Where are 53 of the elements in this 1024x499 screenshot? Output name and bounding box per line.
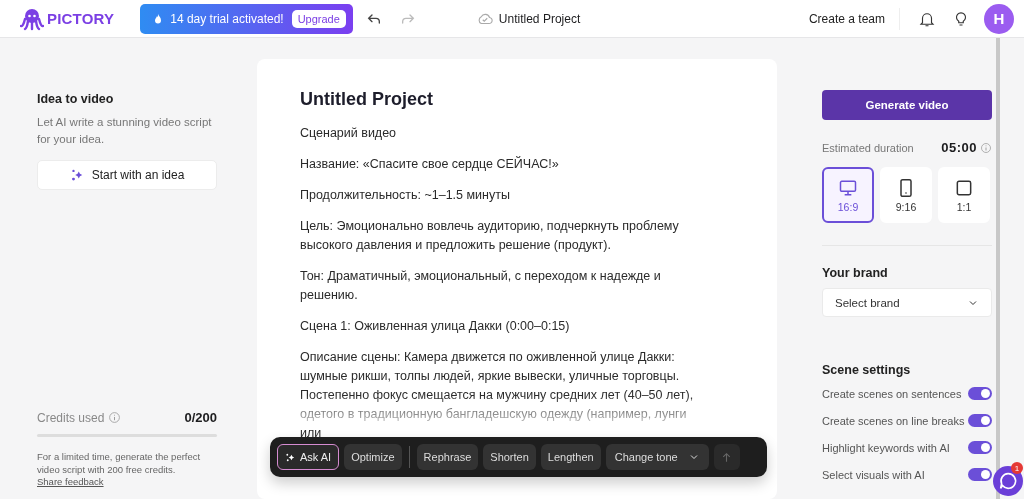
create-team-link[interactable]: Create a team [808, 11, 885, 26]
script-paragraph: Описание сцены: Камера движется по оживленной улице Дакки: шумные рикши, толпы людей, яркие вывески, уличные торговцы. Постепенно фокус смещается на мужчину средних лет (40–50 лет), одетого в традиционную бангладешскую одежду (например, лунги или [300, 349, 695, 442]
toggle-switch[interactable] [968, 441, 992, 454]
script-paragraph: Название: «Спасите свое сердце СЕЙЧАС!» [300, 155, 560, 173]
upgrade-button[interactable]: Upgrade [291, 9, 346, 28]
script-paragraph: Продолжительность: ~1–1.5 минуты [300, 187, 511, 204]
project-title: Untitled Project [498, 11, 581, 26]
chat-bubble-icon [997, 470, 1019, 492]
toggle-switch[interactable] [968, 387, 992, 400]
brand-select[interactable]: Select brand [822, 288, 992, 317]
credits-value: 0/200 [184, 410, 217, 425]
toggle-label: Highlight keywords with AI [822, 441, 950, 454]
script-paragraph: Тон: Драматичный, эмоциональный, с переходом к надежде и решению. [300, 268, 662, 304]
chat-button[interactable] [993, 466, 1023, 496]
aspect-ratio-option[interactable]: 9:16 [880, 167, 932, 223]
credits-label: Credits used [37, 410, 105, 425]
aspect-ratio-option[interactable]: 1:1 [938, 167, 990, 223]
duration-value: 05:00 [941, 140, 977, 155]
toggle-switch[interactable] [968, 468, 992, 481]
logo-text: PICTORY [47, 10, 115, 27]
share-feedback-link[interactable]: Share feedback [37, 476, 104, 487]
toggle-switch[interactable] [968, 414, 992, 427]
toggle-label: Create scenes on line breaks [822, 414, 965, 427]
section-title: Your brand [822, 266, 889, 280]
change-tone-dropdown[interactable]: Change tone [605, 444, 709, 470]
info-icon [108, 411, 122, 424]
duration-label: Estimated duration [822, 141, 914, 154]
notification-badge: 1 [1011, 462, 1023, 474]
script-paragraph: Цель: Эмоционально вовлечь аудиторию, подчеркнуть проблему высокого давления и предложить решение (продукт). [300, 218, 680, 254]
info-icon [980, 141, 992, 154]
toggle-label: Create scenes on sentences [822, 387, 962, 400]
script-paragraph: Сценарий видео [300, 125, 398, 142]
scrollbar[interactable] [996, 38, 1000, 499]
toolbar-button[interactable]: Optimize [344, 444, 402, 470]
panel-description: Let AI write a stunning video script for your idea. [37, 115, 213, 147]
aspect-ratio-option[interactable]: 16:9 [822, 167, 874, 223]
document-title: Untitled Project [300, 89, 434, 110]
trial-text: 14 day trial activated! [170, 11, 284, 26]
ask-ai-button[interactable]: Ask AI [277, 444, 340, 470]
sparkle-icon [285, 451, 296, 463]
panel-title: Idea to video [37, 92, 115, 106]
script-paragraph: Сцена 1: Оживленная улица Дакки (0:00–0:15) [300, 318, 571, 335]
toggle-label: Select visuals with AI [822, 468, 925, 481]
start-idea-button[interactable]: Start with an idea [37, 160, 217, 190]
toolbar-button[interactable]: Shorten [483, 444, 536, 470]
section-title: Scene settings [822, 363, 912, 377]
octopus-icon [20, 6, 44, 31]
toolbar-button[interactable]: Lengthen [540, 444, 601, 470]
toolbar-button[interactable]: Rephrase [416, 444, 479, 470]
generate-video-button[interactable]: Generate video [822, 90, 992, 120]
avatar[interactable]: H [984, 3, 1014, 34]
credits-note: For a limited time, generate the perfect video script with 200 free credits. [37, 451, 202, 476]
sparkle-icon [69, 168, 84, 182]
